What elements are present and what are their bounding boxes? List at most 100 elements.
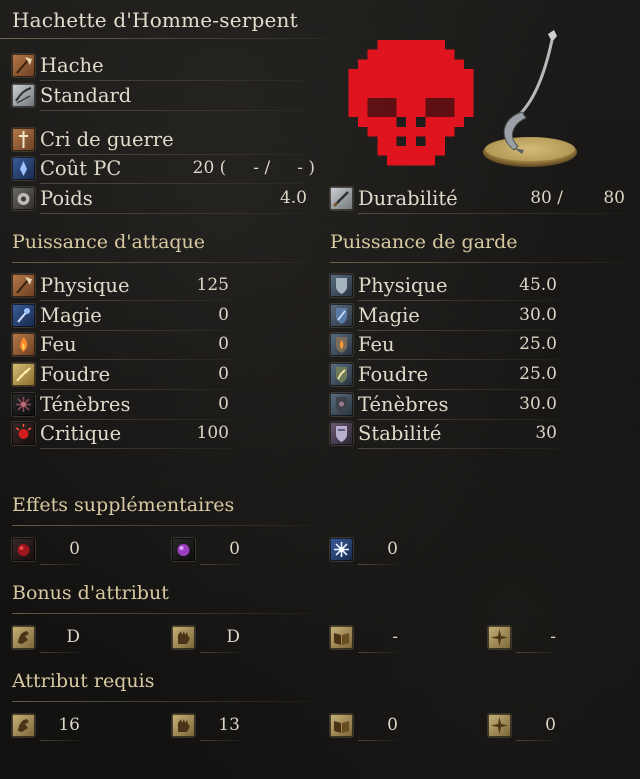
weight-value: 4.0 — [279, 188, 307, 208]
axe-type-icon — [12, 54, 35, 77]
attack-label: Magie — [40, 304, 102, 327]
shield-fire-icon — [330, 333, 353, 356]
attack-type-row: Standard — [12, 82, 307, 111]
durability-icon — [330, 187, 353, 210]
guard-row-stability: Stabilité 30 — [330, 420, 560, 449]
frost-icon — [330, 538, 353, 561]
attack-label: Ténèbres — [40, 393, 131, 416]
requirements-divider — [12, 701, 312, 702]
guard-label: Feu — [358, 333, 395, 356]
guard-label: Magie — [358, 304, 420, 327]
bonus-divider — [12, 613, 312, 614]
critical-icon — [12, 422, 35, 445]
effect-frost: 0 — [330, 536, 398, 565]
requirements-title: Attribut requis — [12, 670, 155, 692]
requirement-value: 0 — [387, 715, 398, 735]
faith-icon — [488, 626, 511, 649]
guard-value: 45.0 — [519, 275, 557, 295]
guard-value: 30.0 — [519, 305, 557, 325]
requirement-intelligence: 0 — [330, 712, 398, 741]
guard-label: Foudre — [358, 363, 429, 386]
attack-row-lightning: Foudre 0 — [12, 361, 232, 390]
skill-icon — [12, 128, 35, 151]
guard-power-title: Puissance de garde — [330, 231, 518, 253]
requirement-dexterity: 13 — [172, 712, 240, 741]
guard-value: 30.0 — [519, 394, 557, 414]
guard-row-physical: Physique 45.0 — [330, 272, 560, 301]
title-divider — [0, 38, 330, 39]
guard-row-lightning: Foudre 25.0 — [330, 361, 560, 390]
fp-cost-value: 20 ( - / - ) — [192, 158, 315, 178]
attack-power-divider — [12, 262, 307, 263]
axe-icon — [12, 274, 35, 297]
poison-icon — [172, 538, 195, 561]
weight-row: Poids 4.0 — [12, 185, 307, 214]
fire-icon — [12, 333, 35, 356]
durability-label: Durabilité — [358, 187, 458, 210]
attack-value: 0 — [218, 364, 229, 384]
weapon-image — [483, 30, 577, 167]
shield-dark-icon — [330, 393, 353, 416]
attack-value: 100 — [196, 423, 229, 443]
attack-row-physical: Physique 125 — [12, 272, 232, 301]
attack-type: Standard — [40, 84, 132, 107]
attack-row-fire: Feu 0 — [12, 331, 232, 360]
attack-label: Feu — [40, 333, 77, 356]
bonus-value: - — [550, 627, 556, 647]
fp-cost-icon — [12, 157, 35, 180]
weapon-type-row: Hache — [12, 52, 307, 81]
requirement-value: 0 — [545, 715, 556, 735]
weight-icon — [12, 187, 35, 210]
intelligence-icon — [330, 626, 353, 649]
effect-bleed: 0 — [12, 536, 80, 565]
guard-row-fire: Feu 25.0 — [330, 331, 560, 360]
strength-icon — [12, 626, 35, 649]
requirement-value: 13 — [218, 715, 240, 735]
faith-icon — [488, 714, 511, 737]
requirement-value: 16 — [58, 715, 80, 735]
bonus-dexterity: D — [172, 624, 240, 653]
skull-icon — [348, 40, 474, 166]
attack-value: 0 — [218, 394, 229, 414]
weapon-type: Hache — [40, 54, 104, 77]
effect-poison: 0 — [172, 536, 240, 565]
guard-value: 25.0 — [519, 364, 557, 384]
guard-value: 30 — [535, 423, 557, 443]
effect-value: 0 — [229, 539, 240, 559]
attack-label: Physique — [40, 274, 130, 297]
requirement-strength: 16 — [12, 712, 80, 741]
guard-power-divider — [330, 262, 625, 263]
bleed-icon — [12, 538, 35, 561]
effect-value: 0 — [69, 539, 80, 559]
attack-row-magic: Magie 0 — [12, 302, 232, 331]
skill-row: Cri de guerre — [12, 126, 307, 155]
bonus-value: - — [392, 627, 398, 647]
attack-label: Foudre — [40, 363, 111, 386]
guard-row-magic: Magie 30.0 — [330, 302, 560, 331]
stability-icon — [330, 422, 353, 445]
skill-name: Cri de guerre — [40, 128, 174, 151]
bonus-value: D — [226, 627, 240, 647]
weapon-name: Hachette d'Homme-serpent — [12, 8, 298, 32]
shield-physical-icon — [330, 274, 353, 297]
dexterity-icon — [172, 714, 195, 737]
shield-magic-icon — [330, 304, 353, 327]
guard-label: Ténèbres — [358, 393, 449, 416]
bonus-value: D — [66, 627, 80, 647]
durability-row: Durabilité 80 / 80 — [330, 185, 625, 214]
bonus-faith: - — [488, 624, 556, 653]
attack-value: 125 — [196, 275, 229, 295]
effects-divider — [12, 525, 312, 526]
bonus-strength: D — [12, 624, 80, 653]
effect-value: 0 — [387, 539, 398, 559]
attack-row-dark: Ténèbres 0 — [12, 391, 232, 420]
intelligence-icon — [330, 714, 353, 737]
strength-icon — [12, 714, 35, 737]
attack-label: Critique — [40, 422, 122, 445]
guard-value: 25.0 — [519, 334, 557, 354]
bonus-intelligence: - — [330, 624, 398, 653]
guard-label: Physique — [358, 274, 448, 297]
attack-power-title: Puissance d'attaque — [12, 231, 206, 253]
requirement-faith: 0 — [488, 712, 556, 741]
magic-icon — [12, 304, 35, 327]
